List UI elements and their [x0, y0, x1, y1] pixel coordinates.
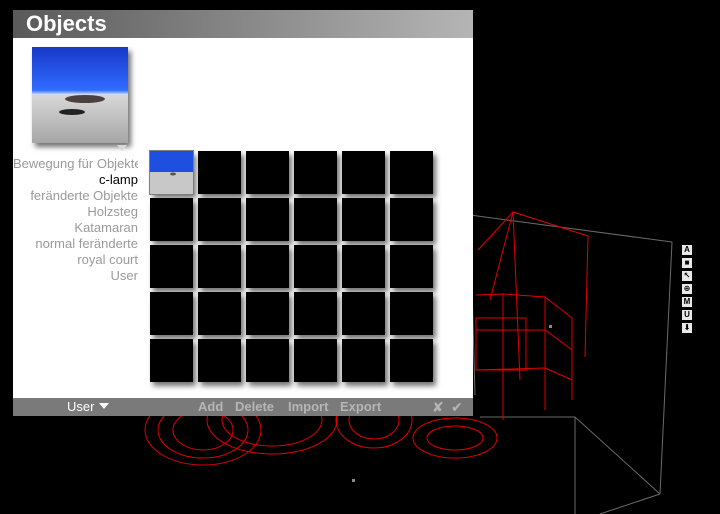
thumbnail-slot[interactable] — [342, 245, 385, 288]
delete-button[interactable]: Delete — [235, 398, 274, 416]
down-arrow-tool-icon[interactable]: ⬇ — [682, 323, 692, 333]
square-tool-icon[interactable]: ■ — [682, 258, 692, 268]
thumbnail-slot[interactable] — [198, 292, 241, 335]
thumbnail-slot[interactable] — [342, 339, 385, 382]
thumbnail-slot[interactable] — [390, 245, 433, 288]
target-tool-icon[interactable]: ⊕ — [682, 284, 692, 294]
confirm-icon[interactable]: ✔ — [451, 398, 463, 416]
thumbnail-slot[interactable] — [390, 151, 433, 194]
category-item[interactable]: User — [13, 268, 138, 284]
category-item[interactable]: normal feränderte — [13, 236, 138, 252]
thumbnail-slot[interactable] — [342, 151, 385, 194]
thumbnail-slot[interactable] — [294, 245, 337, 288]
bottom-bar: User Add Delete Import Export ✘ ✔ — [13, 398, 473, 416]
thumbnail-slot[interactable] — [342, 292, 385, 335]
thumbnail-slot[interactable] — [342, 198, 385, 241]
thumbnail-slot[interactable] — [150, 245, 193, 288]
objects-panel: Objects Bewegung für Objekte c-lamp ferä… — [13, 10, 473, 416]
panel-header[interactable]: Objects — [13, 10, 473, 38]
import-button[interactable]: Import — [288, 398, 328, 416]
m-tool-icon[interactable]: M — [682, 297, 692, 307]
object-preview — [32, 47, 128, 143]
thumbnail-slot[interactable] — [390, 292, 433, 335]
thumbnail-slot[interactable] — [294, 339, 337, 382]
scene-marker — [549, 325, 552, 328]
a-tool-icon[interactable]: A — [682, 245, 692, 255]
thumbnail-slot[interactable] — [246, 245, 289, 288]
thumbnail-slot[interactable] — [150, 198, 193, 241]
thumbnail-slot[interactable] — [150, 292, 193, 335]
category-item[interactable]: Holzsteg — [13, 204, 138, 220]
preview-shadow — [59, 109, 85, 115]
user-dropdown[interactable]: User — [67, 398, 110, 416]
thumbnail-slot[interactable] — [198, 339, 241, 382]
thumbnail-slot[interactable] — [150, 339, 193, 382]
thumbnail-selected[interactable] — [149, 150, 194, 195]
thumbnail-slot[interactable] — [246, 151, 289, 194]
preview-object — [65, 95, 105, 103]
thumbnail-slot[interactable] — [390, 198, 433, 241]
category-item-selected[interactable]: c-lamp — [13, 172, 138, 188]
user-dropdown-label: User — [67, 399, 95, 414]
thumbnail-slot[interactable] — [198, 198, 241, 241]
cancel-icon[interactable]: ✘ — [432, 398, 444, 416]
scene-marker — [352, 479, 355, 482]
preview-image — [32, 47, 128, 143]
preview-pointer — [117, 145, 127, 151]
export-button[interactable]: Export — [340, 398, 381, 416]
chevron-down-icon — [99, 403, 110, 409]
thumbnail-slot[interactable] — [246, 339, 289, 382]
thumbnail-slot[interactable] — [198, 151, 241, 194]
thumbnail-slot[interactable] — [294, 198, 337, 241]
thumbnail-slot[interactable] — [246, 292, 289, 335]
u-tool-icon[interactable]: U — [682, 310, 692, 320]
category-item[interactable]: Katamaran — [13, 220, 138, 236]
side-toolbar: A ■ ↖ ⊕ M U ⬇ — [682, 245, 692, 336]
thumbnail-slot[interactable] — [294, 151, 337, 194]
cursor-tool-icon[interactable]: ↖ — [682, 271, 692, 281]
category-list: Bewegung für Objekte c-lamp feränderte O… — [13, 156, 138, 286]
category-item[interactable]: royal court — [13, 252, 138, 268]
thumbnail-slot[interactable] — [246, 198, 289, 241]
panel-title: Objects — [26, 11, 107, 36]
add-button[interactable]: Add — [198, 398, 223, 416]
category-item[interactable]: Bewegung für Objekte — [13, 156, 138, 172]
thumbnail-grid — [149, 150, 440, 387]
category-item[interactable]: feränderte Objekte — [13, 188, 138, 204]
thumbnail-slot[interactable] — [390, 339, 433, 382]
thumbnail-slot[interactable] — [198, 245, 241, 288]
thumbnail-slot[interactable] — [294, 292, 337, 335]
